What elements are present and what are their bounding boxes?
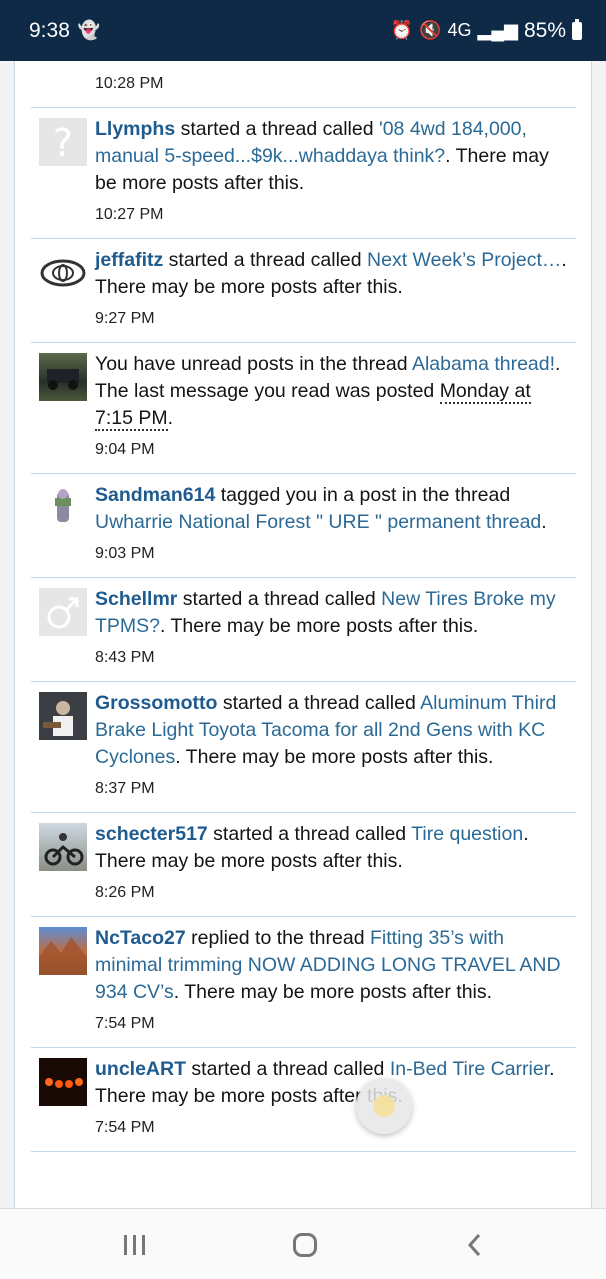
floating-button-icon — [373, 1095, 395, 1117]
alert-action: started a thread called — [217, 692, 421, 714]
status-time: 9:38 — [29, 18, 70, 42]
alert-time: 9:04 PM — [95, 441, 155, 458]
alert-item: Schellmr started a thread called New Tir… — [31, 578, 576, 682]
alert-user[interactable]: NcTaco27 — [95, 927, 186, 949]
system-nav-bar — [0, 1208, 606, 1279]
alert-time: 8:26 PM — [95, 884, 155, 901]
alerts-panel: 10:28 PM ? Llymphs started a thread call… — [14, 61, 592, 1208]
alert-action: started a thread called — [186, 1058, 390, 1080]
alert-item: NcTaco27 replied to the thread Fitting 3… — [31, 917, 576, 1048]
alert-item: You have unread posts in the thread Alab… — [31, 343, 576, 474]
avatar[interactable] — [39, 484, 87, 532]
network-label: 4G — [447, 20, 472, 40]
alert-user[interactable]: schecter517 — [95, 823, 208, 845]
signal-icon: ▂▄▆ — [477, 20, 518, 40]
alert-item: ? Llymphs started a thread called '08 4w… — [31, 108, 576, 239]
alert-action: tagged you in a post in the thread — [215, 484, 511, 506]
alert-user[interactable]: Llymphs — [95, 118, 175, 140]
back-icon[interactable] — [455, 1231, 495, 1259]
alert-suffix: . There may be more posts after this. — [175, 746, 494, 768]
avatar[interactable] — [39, 588, 87, 636]
page-background: 10:28 PM ? Llymphs started a thread call… — [0, 61, 606, 1208]
alert-user[interactable]: uncleART — [95, 1058, 186, 1080]
alert-action: started a thread called — [163, 249, 368, 271]
thread-link[interactable]: Next Week’s Project… — [367, 249, 561, 271]
alert-suffix: . There may be more posts after this. — [173, 981, 493, 1003]
alert-item: Sandman614 tagged you in a post in the t… — [31, 474, 576, 578]
snapchat-icon: 👻 — [77, 20, 101, 40]
alert-user[interactable]: Schellmr — [95, 588, 177, 610]
avatar[interactable] — [39, 353, 87, 401]
alert-suffix: . — [541, 511, 547, 533]
alert-time: 8:37 PM — [95, 780, 155, 797]
status-icons: ⏰ 🔇 4G ▂▄▆ 85% — [390, 18, 582, 43]
alert-user[interactable]: Grossomotto — [95, 692, 217, 714]
alert-time: 8:43 PM — [95, 649, 155, 666]
home-icon[interactable] — [285, 1231, 325, 1259]
status-bar: 9:38 👻 ⏰ 🔇 4G ▂▄▆ 85% — [0, 0, 606, 61]
avatar[interactable] — [39, 927, 87, 975]
alerts-feed: 10:28 PM ? Llymphs started a thread call… — [31, 61, 576, 1152]
avatar[interactable] — [39, 1058, 87, 1106]
floating-action-button[interactable] — [356, 1078, 412, 1134]
alert-time: 10:28 PM — [95, 75, 164, 92]
alert-action: started a thread called — [207, 823, 412, 845]
avatar[interactable] — [39, 249, 87, 297]
thread-link[interactable]: Uwharrie National Forest " URE " permane… — [95, 511, 541, 533]
alert-action: started a thread called — [175, 118, 379, 140]
alert-time: 10:27 PM — [95, 206, 164, 223]
alert-time: 7:54 PM — [95, 1015, 155, 1032]
alert-time: 9:03 PM — [95, 545, 155, 562]
alert-user[interactable]: jeffafitz — [95, 249, 163, 271]
thread-link[interactable]: In-Bed Tire Carrier — [390, 1058, 549, 1080]
alert-prefix: You have unread posts in the thread — [95, 353, 412, 375]
alert-item: schecter517 started a thread called Tire… — [31, 813, 576, 917]
alert-user[interactable]: Sandman614 — [95, 484, 215, 506]
thread-link[interactable]: Alabama thread! — [412, 353, 555, 375]
recents-icon[interactable] — [114, 1231, 154, 1259]
mute-icon: 🔇 — [419, 20, 442, 40]
alert-item: 10:28 PM — [31, 61, 576, 108]
avatar[interactable] — [39, 692, 87, 740]
alert-time: 9:27 PM — [95, 310, 155, 327]
battery-percent: 85% — [523, 18, 566, 42]
avatar[interactable] — [39, 823, 87, 871]
thread-link[interactable]: Tire question — [411, 823, 523, 845]
avatar[interactable]: ? — [39, 118, 87, 166]
alert-time: 7:54 PM — [95, 1119, 155, 1136]
alert-item: Grossomotto started a thread called Alum… — [31, 682, 576, 813]
battery-icon — [572, 18, 582, 40]
alert-item: uncleART started a thread called In-Bed … — [31, 1048, 576, 1152]
alert-item: jeffafitz started a thread called Next W… — [31, 239, 576, 343]
alert-suffix: . There may be more posts after this. — [160, 615, 479, 637]
svg-text:?: ? — [53, 121, 73, 165]
alarm-icon: ⏰ — [390, 20, 414, 40]
alert-end: . — [167, 407, 174, 429]
alert-action: started a thread called — [177, 588, 382, 610]
alert-action: replied to the thread — [185, 927, 370, 949]
